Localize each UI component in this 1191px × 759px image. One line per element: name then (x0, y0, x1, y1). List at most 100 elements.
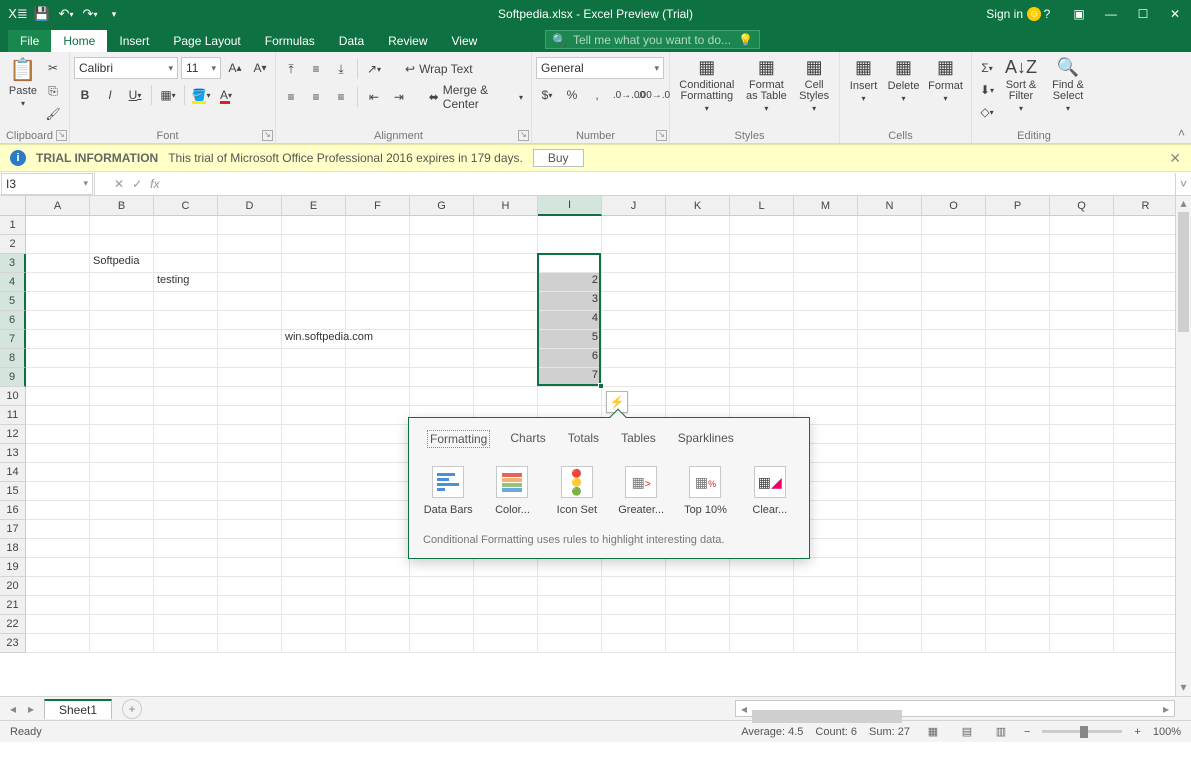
cell-R14[interactable] (1114, 463, 1178, 482)
qa-tab-totals[interactable]: Totals (566, 430, 601, 448)
font-color-button[interactable]: A▾ (215, 84, 237, 106)
cell-Q7[interactable] (1050, 330, 1114, 349)
cell-I4[interactable]: 2 (538, 273, 602, 292)
cell-P19[interactable] (986, 558, 1050, 577)
cell-O7[interactable] (922, 330, 986, 349)
cell-Q21[interactable] (1050, 596, 1114, 615)
cell-K19[interactable] (666, 558, 730, 577)
cell-G10[interactable] (410, 387, 474, 406)
cell-C16[interactable] (154, 501, 218, 520)
cell-E16[interactable] (282, 501, 346, 520)
cell-M10[interactable] (794, 387, 858, 406)
cell-C9[interactable] (154, 368, 218, 387)
cell-Q17[interactable] (1050, 520, 1114, 539)
cell-A4[interactable] (26, 273, 90, 292)
cell-C4[interactable]: testing (154, 273, 218, 292)
cell-P10[interactable] (986, 387, 1050, 406)
cell-A10[interactable] (26, 387, 90, 406)
cell-A2[interactable] (26, 235, 90, 254)
row-header-3[interactable]: 3 (0, 254, 26, 273)
cell-E5[interactable] (282, 292, 346, 311)
cell-Q23[interactable] (1050, 634, 1114, 653)
cell-L6[interactable] (730, 311, 794, 330)
cell-P1[interactable] (986, 216, 1050, 235)
cell-R17[interactable] (1114, 520, 1178, 539)
cell-R15[interactable] (1114, 482, 1178, 501)
cell-G20[interactable] (410, 577, 474, 596)
save-icon[interactable]: 💾 (32, 4, 52, 24)
cell-F7[interactable] (346, 330, 410, 349)
cell-O2[interactable] (922, 235, 986, 254)
collapse-ribbon-icon[interactable]: ˄ (1178, 126, 1185, 140)
cell-E13[interactable] (282, 444, 346, 463)
tab-home[interactable]: Home (51, 30, 107, 52)
cell-F3[interactable] (346, 254, 410, 273)
cell-F19[interactable] (346, 558, 410, 577)
italic-button[interactable]: I (99, 84, 121, 106)
orientation-button[interactable]: ↗▾ (363, 58, 385, 80)
tab-file[interactable]: File (8, 30, 51, 52)
cell-B5[interactable] (90, 292, 154, 311)
ribbon-display-icon[interactable]: ▣ (1063, 0, 1095, 28)
cell-C20[interactable] (154, 577, 218, 596)
cell-E12[interactable] (282, 425, 346, 444)
cell-B14[interactable] (90, 463, 154, 482)
cell-L19[interactable] (730, 558, 794, 577)
cell-R10[interactable] (1114, 387, 1178, 406)
number-dialog-launcher[interactable]: ↘ (656, 130, 667, 141)
cell-L8[interactable] (730, 349, 794, 368)
insert-cells-button[interactable]: ▦ Insert▾ (844, 54, 883, 126)
cell-B3[interactable]: Softpedia (90, 254, 154, 273)
cell-N3[interactable] (858, 254, 922, 273)
cell-Q19[interactable] (1050, 558, 1114, 577)
row-header-1[interactable]: 1 (0, 216, 26, 235)
format-painter-button[interactable]: 🖌 (42, 103, 64, 125)
cell-Q15[interactable] (1050, 482, 1114, 501)
cell-E19[interactable] (282, 558, 346, 577)
cell-R13[interactable] (1114, 444, 1178, 463)
tab-formulas[interactable]: Formulas (253, 30, 327, 52)
zoom-in-icon[interactable]: + (1134, 726, 1140, 738)
cell-H20[interactable] (474, 577, 538, 596)
cell-styles-button[interactable]: ▦ Cell Styles▾ (793, 54, 835, 126)
cell-A12[interactable] (26, 425, 90, 444)
increase-indent-button[interactable]: ⇥ (388, 86, 410, 108)
cell-D16[interactable] (218, 501, 282, 520)
view-page-layout-icon[interactable]: ▤ (956, 723, 978, 741)
cell-E17[interactable] (282, 520, 346, 539)
cell-P15[interactable] (986, 482, 1050, 501)
cell-P20[interactable] (986, 577, 1050, 596)
cell-F8[interactable] (346, 349, 410, 368)
cell-C7[interactable] (154, 330, 218, 349)
cell-E2[interactable] (282, 235, 346, 254)
row-header-16[interactable]: 16 (0, 501, 26, 520)
cell-C17[interactable] (154, 520, 218, 539)
cell-E10[interactable] (282, 387, 346, 406)
borders-button[interactable]: ▦▾ (157, 84, 179, 106)
cell-F16[interactable] (346, 501, 410, 520)
row-header-13[interactable]: 13 (0, 444, 26, 463)
enter-formula-icon[interactable]: ✓ (132, 177, 142, 191)
cell-A14[interactable] (26, 463, 90, 482)
cell-E14[interactable] (282, 463, 346, 482)
cell-D1[interactable] (218, 216, 282, 235)
sheet-tab-active[interactable]: Sheet1 (44, 699, 112, 719)
cell-H22[interactable] (474, 615, 538, 634)
cell-F14[interactable] (346, 463, 410, 482)
cell-E20[interactable] (282, 577, 346, 596)
cell-E23[interactable] (282, 634, 346, 653)
cell-D17[interactable] (218, 520, 282, 539)
underline-button[interactable]: U▾ (124, 84, 146, 106)
cell-B8[interactable] (90, 349, 154, 368)
cell-C12[interactable] (154, 425, 218, 444)
cell-F6[interactable] (346, 311, 410, 330)
cell-P2[interactable] (986, 235, 1050, 254)
undo-icon[interactable]: ↶▾ (56, 4, 76, 24)
cell-B17[interactable] (90, 520, 154, 539)
row-header-15[interactable]: 15 (0, 482, 26, 501)
cell-B18[interactable] (90, 539, 154, 558)
cell-N9[interactable] (858, 368, 922, 387)
paste-button[interactable]: 📋 Paste ▾ (4, 54, 42, 126)
cell-F11[interactable] (346, 406, 410, 425)
column-header-L[interactable]: L (730, 196, 794, 216)
